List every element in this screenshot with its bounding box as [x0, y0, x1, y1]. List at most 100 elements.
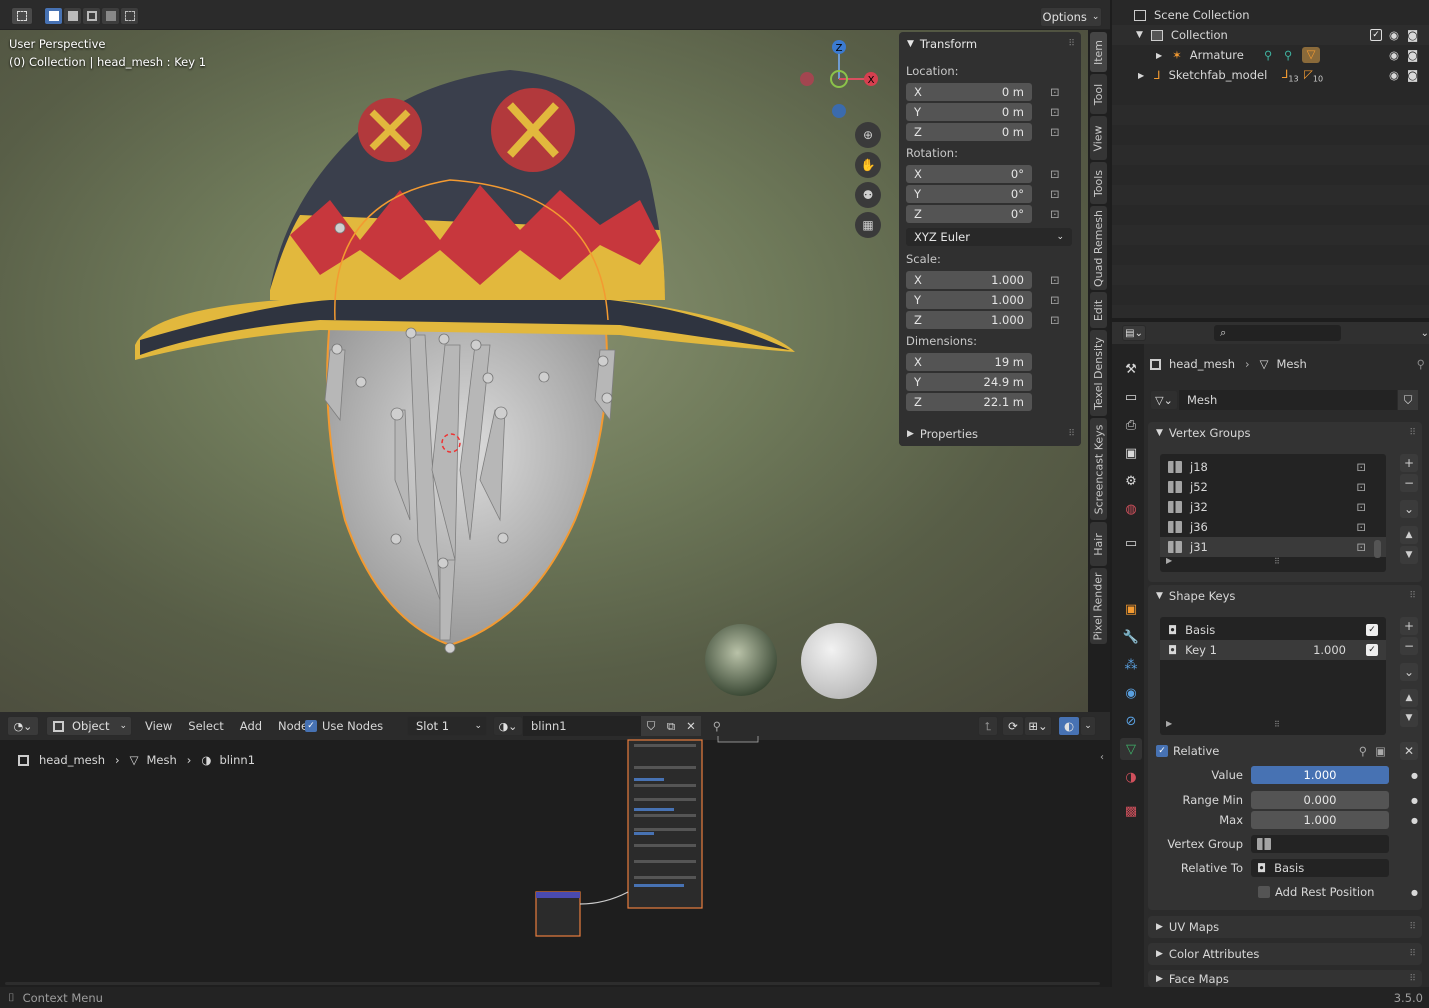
output-tab-icon[interactable]: ⎙	[1120, 414, 1142, 436]
shape-key-value[interactable]: 1.000	[1313, 643, 1346, 657]
options-dropdown[interactable]: Options ⌄	[1040, 7, 1102, 27]
vertex-group-item[interactable]: j31 ⊡	[1160, 537, 1386, 557]
select-invert-icon[interactable]	[101, 7, 120, 25]
keyframe-dot-icon[interactable]: ●	[1411, 796, 1418, 805]
fake-user-shield-icon[interactable]: ⛉	[641, 716, 661, 736]
sidebar-tab-quad-remesh[interactable]: Quad Remesh	[1090, 206, 1107, 290]
drag-handle-icon[interactable]: ⠿	[1068, 39, 1075, 49]
sidebar-toggle-icon[interactable]: ‹	[1100, 752, 1104, 763]
grid-ortho-icon[interactable]: ▦	[855, 212, 881, 238]
mesh-browse-icon[interactable]: ▽⌄	[1150, 390, 1178, 410]
menu-select[interactable]: Select	[188, 719, 223, 733]
scale-y-field[interactable]: Y 1.000	[906, 291, 1032, 309]
select-subtract-icon[interactable]	[82, 7, 101, 25]
lock-icon[interactable]: ⊡	[1050, 313, 1060, 327]
properties-panel-header[interactable]: ▶ Properties ⠿	[899, 422, 1081, 446]
dimensions-x-field[interactable]: X 19 m	[906, 353, 1032, 371]
chevron-down-icon[interactable]: ⌄	[1421, 328, 1429, 339]
texture-tab-icon[interactable]: ▩	[1120, 800, 1142, 822]
dimensions-z-field[interactable]: Z 22.1 m	[906, 393, 1032, 411]
move-down-icon[interactable]: ▼	[1400, 709, 1418, 727]
face-maps-section[interactable]: ▶ Face Maps ⠿	[1148, 970, 1422, 987]
drag-handle-icon[interactable]: ⠿	[1409, 428, 1416, 438]
material-name-field[interactable]: blinn1	[523, 716, 641, 736]
move-up-icon[interactable]: ▲	[1400, 526, 1418, 544]
list-scrollbar[interactable]	[1374, 540, 1381, 558]
3d-viewport[interactable]: User Perspective (0) Collection | head_m…	[0, 0, 1088, 712]
vertex-group-item[interactable]: j18 ⊡	[1160, 457, 1386, 477]
shape-keys-header[interactable]: ▼ Shape Keys ⠿	[1148, 585, 1422, 607]
camera-render-icon[interactable]: ◙	[1407, 68, 1418, 82]
chevron-down-icon[interactable]: ▼	[1136, 30, 1143, 40]
sidebar-tab-view[interactable]: View	[1090, 116, 1107, 160]
editor-type-icon[interactable]: ◔⌄	[7, 716, 39, 736]
chevron-right-icon[interactable]: ▶	[1156, 51, 1162, 60]
resize-handle-icon[interactable]: ⠿	[1274, 720, 1280, 729]
collection-tab-icon[interactable]: ▭	[1120, 532, 1142, 554]
resize-handle-icon[interactable]: ⠿	[1274, 557, 1280, 566]
lock-icon[interactable]: ⊡	[1356, 480, 1366, 494]
pose-icon[interactable]: ⚲	[1264, 48, 1272, 62]
drag-handle-icon[interactable]: ⠿	[1409, 922, 1416, 932]
edit-mode-shape-icon[interactable]: ▣	[1375, 744, 1386, 758]
range-min-field[interactable]: 0.000	[1251, 791, 1389, 809]
color-attributes-section[interactable]: ▶ Color Attributes ⠿	[1148, 943, 1422, 965]
lock-icon[interactable]: ⊡	[1050, 207, 1060, 221]
rotation-mode-dropdown[interactable]: XYZ Euler ⌄	[906, 228, 1072, 246]
clear-weights-icon[interactable]: ✕	[1400, 742, 1418, 760]
object-tab-icon[interactable]: ▣	[1120, 598, 1142, 620]
lock-icon[interactable]: ⊡	[1050, 167, 1060, 181]
rotation-z-field[interactable]: Z 0°	[906, 205, 1032, 223]
camera-render-icon[interactable]: ◙	[1407, 28, 1418, 42]
vertex-groups-header[interactable]: ▼ Vertex Groups ⠿	[1148, 422, 1422, 444]
filter-toggle-icon[interactable]: ▶	[1166, 556, 1172, 565]
material-tab-icon[interactable]: ◑	[1120, 766, 1142, 788]
shape-key-item[interactable]: ◘ Basis ✓	[1160, 620, 1386, 640]
eye-icon[interactable]: ◉	[1389, 28, 1399, 42]
shape-key-mute-checkbox[interactable]: ✓	[1366, 644, 1378, 656]
menu-view[interactable]: View	[145, 719, 172, 733]
modifier-icon[interactable]: ▽	[1302, 47, 1320, 63]
sidebar-tab-pixel-render[interactable]: Pixel Render	[1090, 568, 1107, 644]
sidebar-tab-hair[interactable]: Hair	[1090, 522, 1107, 566]
collection-checkbox[interactable]: ✓	[1370, 29, 1382, 41]
menu-add[interactable]: Add	[240, 719, 262, 733]
lock-icon[interactable]: ⊡	[1050, 85, 1060, 99]
vertex-group-list[interactable]: j18 ⊡ j52 ⊡ j32 ⊡ j36 ⊡ j31 ⊡ ▶ ⠿	[1160, 454, 1386, 572]
value-slider[interactable]: 1.000	[1251, 766, 1389, 784]
lock-icon[interactable]: ⊡	[1050, 187, 1060, 201]
outliner-item-sketchfab-model[interactable]: ▶ ⅃ Sketchfab_model ⅃13 ◸10 ◉ ◙	[1112, 65, 1429, 85]
remove-shape-key-button[interactable]: −	[1400, 637, 1418, 655]
eye-icon[interactable]: ◉	[1389, 68, 1399, 82]
duplicate-material-icon[interactable]: ⧉	[661, 716, 681, 736]
keyframe-dot-icon[interactable]: ●	[1411, 771, 1418, 780]
collection-row[interactable]: ▼ Collection ✓ ◉ ◙	[1112, 25, 1429, 45]
use-nodes-toggle[interactable]: ✓ Use Nodes	[305, 716, 383, 736]
dimensions-y-field[interactable]: Y 24.9 m	[906, 373, 1032, 391]
sidebar-tab-tools[interactable]: Tools	[1090, 162, 1107, 204]
add-rest-checkbox[interactable]	[1258, 886, 1270, 898]
eye-icon[interactable]: ◉	[1389, 48, 1399, 62]
drag-handle-icon[interactable]: ⠿	[1409, 949, 1416, 959]
sidebar-tab-edit[interactable]: Edit	[1090, 292, 1107, 328]
location-z-field[interactable]: Z 0 m	[906, 123, 1032, 141]
camera-render-icon[interactable]: ◙	[1407, 48, 1418, 62]
select-tool-icon[interactable]	[11, 7, 33, 25]
drag-handle-icon[interactable]: ⠿	[1068, 429, 1075, 439]
horizontal-scrollbar[interactable]	[5, 982, 1100, 985]
location-y-field[interactable]: Y 0 m	[906, 103, 1032, 121]
scene-collection-row[interactable]: Scene Collection	[1112, 5, 1429, 25]
tool-tab-icon[interactable]: ⚒	[1120, 358, 1142, 380]
menu-node[interactable]: Node	[278, 719, 308, 733]
scale-x-field[interactable]: X 1.000	[906, 271, 1032, 289]
bone-icon[interactable]: ⚲	[1284, 48, 1292, 62]
move-down-icon[interactable]: ▼	[1400, 546, 1418, 564]
scale-z-field[interactable]: Z 1.000	[906, 311, 1032, 329]
lock-icon[interactable]: ⊡	[1050, 105, 1060, 119]
world-tab-icon[interactable]: ◍	[1120, 498, 1142, 520]
camera-icon[interactable]: ⚉	[855, 182, 881, 208]
keyframe-dot-icon[interactable]: ●	[1411, 816, 1418, 825]
vertex-group-item[interactable]: j52 ⊡	[1160, 477, 1386, 497]
object-mode-dropdown[interactable]: Object ⌄	[46, 716, 132, 736]
fake-user-shield-icon[interactable]: ⛉	[1398, 390, 1418, 410]
